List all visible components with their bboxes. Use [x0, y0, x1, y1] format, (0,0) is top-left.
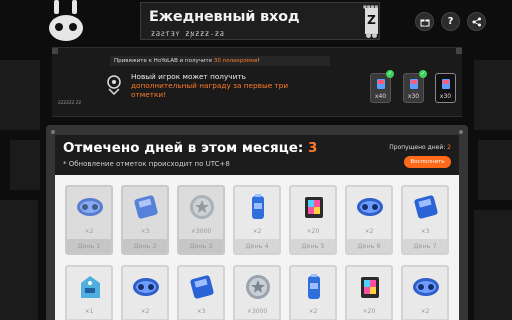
gift-button[interactable] — [415, 12, 434, 31]
day-label: День 6 — [347, 239, 391, 253]
day-label: День 7 — [403, 239, 447, 253]
goggles-icon — [413, 278, 439, 296]
reward-quantity: ×2 — [420, 308, 430, 315]
missed-days: Пропущено дней: 2 — [389, 144, 451, 151]
hoyolab-promo-link[interactable]: Привяжите к HoYoLAB и получите 30 полихр… — [110, 56, 330, 66]
day-card[interactable]: ×2 — [121, 265, 169, 320]
help-icon: ? — [447, 16, 454, 27]
battery-icon — [308, 274, 320, 299]
newbie-reward-2[interactable]: x30 ✓ — [403, 70, 427, 103]
polychrome-icon — [377, 79, 385, 89]
day-card[interactable]: ×2 — [401, 265, 449, 320]
checkin-header: Отмечено дней в этом месяце: 3 * Обновле… — [55, 135, 459, 175]
month-title-label: Отмечено дней в этом месяце: — [63, 140, 308, 156]
banner-corner — [456, 48, 462, 54]
claimed-check-icon: ✓ — [419, 70, 427, 78]
day-card[interactable]: ×20 День 5 — [289, 185, 337, 255]
newbie-line: Новый игрок может получить — [131, 72, 246, 81]
polychrome-icon — [442, 79, 450, 89]
zzz-logo: Z — [365, 8, 378, 34]
header-dot — [372, 33, 377, 38]
reward-quantity: ×20 — [362, 308, 376, 315]
day-card[interactable]: ×3000 — [233, 265, 281, 320]
reward-quantity: ×3 — [420, 228, 430, 235]
utc-note: * Обновление отметок происходит по UTC+8 — [63, 160, 230, 168]
day-card[interactable]: ×2 — [289, 265, 337, 320]
missed-days-count: 2 — [447, 144, 451, 151]
reward-quantity: ×1 — [84, 308, 94, 315]
disk-icon — [190, 275, 214, 299]
day-card[interactable]: ×3 День 2 — [121, 185, 169, 255]
day-card[interactable]: ×3000 День 3 — [177, 185, 225, 255]
promo-highlight: 30 полихромов — [213, 58, 258, 64]
promo-text: Привяжите к HoYoLAB и получите — [114, 58, 214, 64]
film-icon — [305, 197, 323, 218]
day-card[interactable]: ×20 — [345, 265, 393, 320]
coin-icon — [190, 195, 214, 219]
page-title: Ежедневный вход — [149, 9, 300, 25]
day-card[interactable]: ×1 — [65, 265, 113, 320]
share-icon — [472, 17, 481, 26]
day-card[interactable]: ×2 День 4 — [233, 185, 281, 255]
bangboo-mascot-icon — [49, 0, 83, 41]
reward-quantity: ×3 — [196, 308, 206, 315]
banner-tag: ƵƵƵƵƵƵ ƵƵ — [58, 100, 82, 105]
banner-corner — [52, 48, 58, 54]
reward-count: x40 — [374, 93, 387, 100]
panel-bolt — [459, 130, 463, 134]
share-button[interactable] — [467, 12, 486, 31]
claimed-check-icon: ✓ — [386, 70, 394, 78]
newbie-banner: ƵƵƵƵƵƵ ƵƵ Привяжите к HoYoLAB и получите… — [52, 47, 462, 117]
missed-label: Пропущено дней: — [389, 144, 448, 151]
film-icon — [361, 277, 379, 298]
panel-bolt — [51, 130, 55, 134]
day-card[interactable]: ×2 День 1 — [65, 185, 113, 255]
gift-icon — [420, 19, 429, 26]
reward-quantity: ×2 — [364, 228, 374, 235]
day-card[interactable]: ×3 — [177, 265, 225, 320]
reward-quantity: ×2 — [308, 308, 318, 315]
reward-quantity: ×2 — [252, 228, 262, 235]
day-label: День 1 — [67, 239, 111, 253]
polychrome-icon — [410, 79, 418, 89]
day-label: День 4 — [235, 239, 279, 253]
reward-count: x30 — [407, 93, 420, 100]
promo-suffix: ! — [257, 58, 260, 64]
day-label: День 5 — [291, 239, 335, 253]
reward-quantity: ×3 — [140, 228, 150, 235]
reward-quantity: ×3000 — [246, 308, 268, 315]
goggles-icon — [133, 278, 159, 296]
reward-count: x30 — [439, 93, 452, 100]
day-card[interactable]: ×2 День 6 — [345, 185, 393, 255]
month-checkin-title: Отмечено дней в этом месяце: 3 — [63, 140, 317, 156]
goggles-icon — [357, 198, 383, 216]
goggles-icon — [77, 198, 103, 216]
newbie-gift-icon — [107, 75, 121, 95]
battery-icon — [252, 194, 264, 219]
reward-quantity: ×3000 — [190, 228, 212, 235]
reward-quantity: ×2 — [140, 308, 150, 315]
disk-icon — [134, 195, 158, 219]
page-subtitle: ƵƋƧƬƎƳ ƵƝƵƵƵ-ƵƋ — [151, 30, 225, 38]
day-card[interactable]: ×3 День 7 — [401, 185, 449, 255]
restore-button[interactable]: Восполнить — [404, 156, 451, 168]
tag-icon — [81, 276, 100, 298]
day-label: День 3 — [179, 239, 223, 253]
newbie-message: Новый игрок может получить дополнительны… — [131, 72, 311, 99]
checked-days-count: 3 — [307, 140, 318, 156]
reward-quantity: ×2 — [84, 228, 94, 235]
newbie-reward-3[interactable]: x30 — [435, 73, 456, 103]
header-dot — [366, 33, 371, 38]
help-button[interactable]: ? — [441, 12, 460, 31]
page-header: Ежедневный вход ƵƋƧƬƎƳ ƵƝƵƵƵ-ƵƋ ■■■■ Z — [140, 2, 380, 40]
newbie-highlight: дополнительный награду за первые три отм… — [131, 81, 289, 99]
disk-icon — [414, 195, 438, 219]
reward-quantity: ×20 — [306, 228, 320, 235]
day-label: День 2 — [123, 239, 167, 253]
coin-icon — [246, 275, 270, 299]
newbie-reward-1[interactable]: x40 ✓ — [370, 70, 394, 103]
